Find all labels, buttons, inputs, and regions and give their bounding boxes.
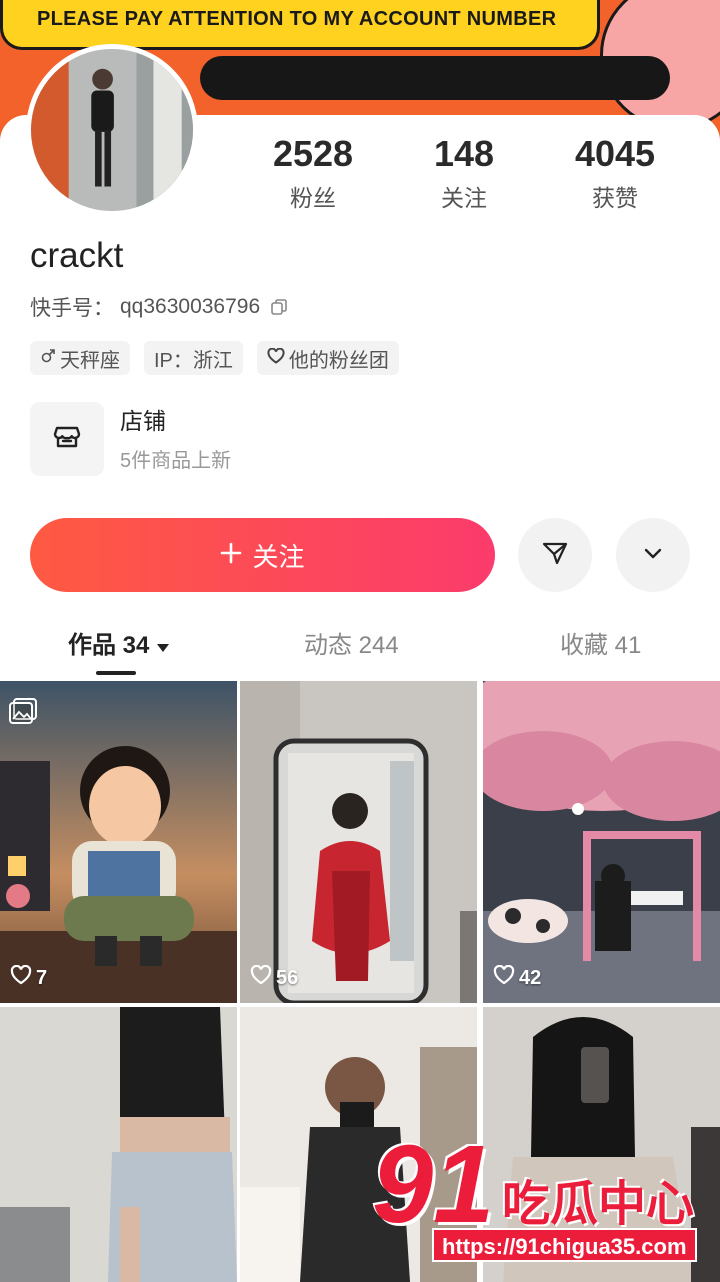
username: crackt (30, 236, 124, 275)
stat-value: 2528 (272, 133, 354, 174)
post-likes: 56 (250, 964, 299, 991)
watermark-number: 91 (372, 1123, 495, 1246)
ip-text: IP：浙江 (154, 349, 233, 372)
heart-outline-icon (250, 964, 272, 991)
heart-outline-icon (10, 964, 32, 991)
stat-following[interactable]: 148 关注 (389, 133, 539, 213)
ip-tag: IP：浙江 (144, 341, 243, 375)
shop-icon (51, 421, 83, 458)
shop-text: 店铺 5件商品上新 (120, 406, 231, 473)
more-button[interactable] (616, 518, 690, 592)
banner-strip: PLEASE PAY ATTENTION TO MY ACCOUNT NUMBE… (0, 0, 600, 50)
male-icon (40, 347, 56, 370)
post-image (0, 681, 237, 1003)
caret-down-icon (156, 632, 170, 659)
tab-label: 作品 34 (68, 632, 150, 659)
post-image (240, 681, 477, 1003)
plus-icon (220, 540, 242, 571)
post-thumbnail[interactable]: 42 (483, 681, 720, 1003)
banner-text: PLEASE PAY ATTENTION TO MY ACCOUNT NUMBE… (37, 8, 557, 30)
tab-label: 收藏 41 (560, 632, 642, 659)
post-thumbnail[interactable]: 7 (0, 681, 237, 1003)
stat-value: 148 (433, 133, 495, 174)
likes-count: 42 (519, 966, 542, 989)
site-watermark: 91 吃瓜中心 https://91chigua35.com (372, 1130, 712, 1270)
shop-title: 店铺 (120, 407, 166, 434)
watermark-url: https://91chigua35.com (432, 1228, 697, 1262)
stat-label: 粉丝 (290, 185, 336, 211)
post-thumbnail[interactable] (0, 1007, 237, 1282)
profile-tags: 天秤座 IP：浙江 他的粉丝团 (30, 341, 399, 375)
stat-label: 获赞 (592, 185, 638, 211)
tab-label: 动态 244 (304, 632, 399, 659)
chevron-down-icon (641, 541, 665, 570)
tab-works[interactable]: 作品 34 (68, 625, 170, 660)
post-image (0, 1007, 237, 1282)
fan-group-text: 他的粉丝团 (288, 349, 389, 372)
stat-likes[interactable]: 4045 获赞 (540, 133, 690, 213)
shop-subtitle: 5件商品上新 (120, 449, 232, 472)
message-button[interactable] (518, 518, 592, 592)
tab-favorites[interactable]: 收藏 41 (560, 625, 641, 660)
follow-label: 关注 (252, 541, 305, 572)
follow-button[interactable]: 关注 (30, 518, 495, 592)
send-icon (541, 539, 569, 572)
shop-icon-box (30, 402, 104, 476)
likes-count: 56 (276, 966, 299, 989)
tab-moments[interactable]: 动态 244 (304, 625, 399, 660)
active-tab-indicator (96, 671, 136, 675)
shop-entry[interactable]: 店铺 5件商品上新 (30, 402, 231, 476)
account-id-value: qq3630036796 (120, 295, 261, 318)
content-tabs: 作品 34 动态 244 收藏 41 (0, 615, 720, 679)
stat-value: 4045 (574, 133, 656, 174)
watermark-brand: 吃瓜中心 (502, 1178, 695, 1231)
banner-decoration (200, 56, 670, 100)
fan-group-tag[interactable]: 他的粉丝团 (256, 341, 399, 375)
multi-image-icon (8, 697, 40, 725)
likes-count: 7 (36, 966, 48, 989)
avatar[interactable] (26, 44, 198, 216)
zodiac-text: 天秤座 (60, 349, 120, 372)
copy-icon[interactable] (270, 298, 288, 316)
post-image (483, 681, 720, 1003)
post-likes: 42 (493, 964, 542, 991)
post-likes: 7 (10, 964, 48, 991)
post-thumbnail[interactable]: 56 (240, 681, 477, 1003)
account-id-row: 快手号： qq3630036796 (30, 292, 288, 322)
avatar-image (31, 49, 193, 211)
zodiac-tag: 天秤座 (30, 341, 130, 375)
stat-fans[interactable]: 2528 粉丝 (238, 133, 388, 213)
heart-outline-icon (493, 964, 515, 991)
heart-icon (267, 347, 285, 370)
account-id-label: 快手号： (30, 297, 114, 320)
stat-label: 关注 (441, 185, 487, 211)
